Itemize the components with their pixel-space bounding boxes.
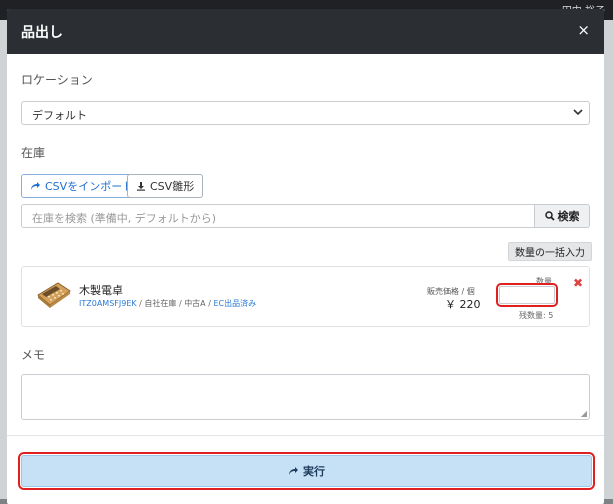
stock-item-row: 木製電卓 ITZ0AMSFJ9EK / 自社在庫 / 中古A / EC出品済み …: [21, 266, 590, 327]
stock-label: 在庫: [21, 146, 46, 160]
footer-divider: [7, 435, 604, 436]
location-select[interactable]: デフォルト: [21, 101, 590, 125]
location-label: ロケーション: [21, 73, 93, 87]
remove-item-icon[interactable]: ✖: [573, 276, 583, 290]
search-icon: [544, 211, 555, 221]
location-selected-value: デフォルト: [32, 109, 87, 122]
item-status-link[interactable]: EC出品済み: [213, 299, 256, 308]
search-button-label: 検索: [557, 210, 580, 223]
execute-highlight-box: [18, 452, 595, 490]
item-meta: ITZ0AMSFJ9EK / 自社在庫 / 中古A / EC出品済み: [79, 298, 256, 309]
item-name: 木製電卓: [79, 284, 123, 297]
chevron-down-icon: [573, 109, 583, 116]
stock-search-button[interactable]: 検索: [535, 204, 590, 228]
bulk-quantity-button[interactable]: 数量の一括入力: [508, 242, 592, 261]
csv-template-label: CSV雛形: [150, 180, 195, 193]
csv-import-label: CSVをインポート: [45, 180, 134, 193]
remaining-quantity: 残数量: 5: [519, 311, 554, 320]
calculator-image: [37, 282, 71, 308]
csv-template-button[interactable]: CSV雛形: [127, 174, 204, 198]
download-icon: [137, 182, 145, 191]
quantity-highlight-box: [496, 283, 558, 307]
item-sku-link[interactable]: ITZ0AMSFJ9EK: [79, 299, 137, 308]
modal-title: 品出し: [21, 25, 63, 41]
modal-header: 品出し ×: [7, 9, 604, 54]
restock-modal: 品出し × ロケーション デフォルト 在庫 CSVをインポート CSV雛形 在庫…: [7, 9, 604, 504]
resize-handle-icon[interactable]: ◢: [581, 409, 587, 418]
item-condition: 中古A: [184, 299, 206, 308]
memo-textarea[interactable]: ◢: [21, 374, 590, 420]
close-icon[interactable]: ×: [577, 21, 590, 39]
price-value: ￥ 220: [445, 298, 481, 311]
share-arrow-icon: [31, 182, 40, 190]
stock-search-input[interactable]: 在庫を検索 (準備中, デフォルトから): [21, 204, 535, 228]
csv-import-button[interactable]: CSVをインポート: [21, 174, 143, 198]
memo-label: メモ: [21, 348, 46, 362]
item-location: 自社在庫: [144, 299, 177, 308]
